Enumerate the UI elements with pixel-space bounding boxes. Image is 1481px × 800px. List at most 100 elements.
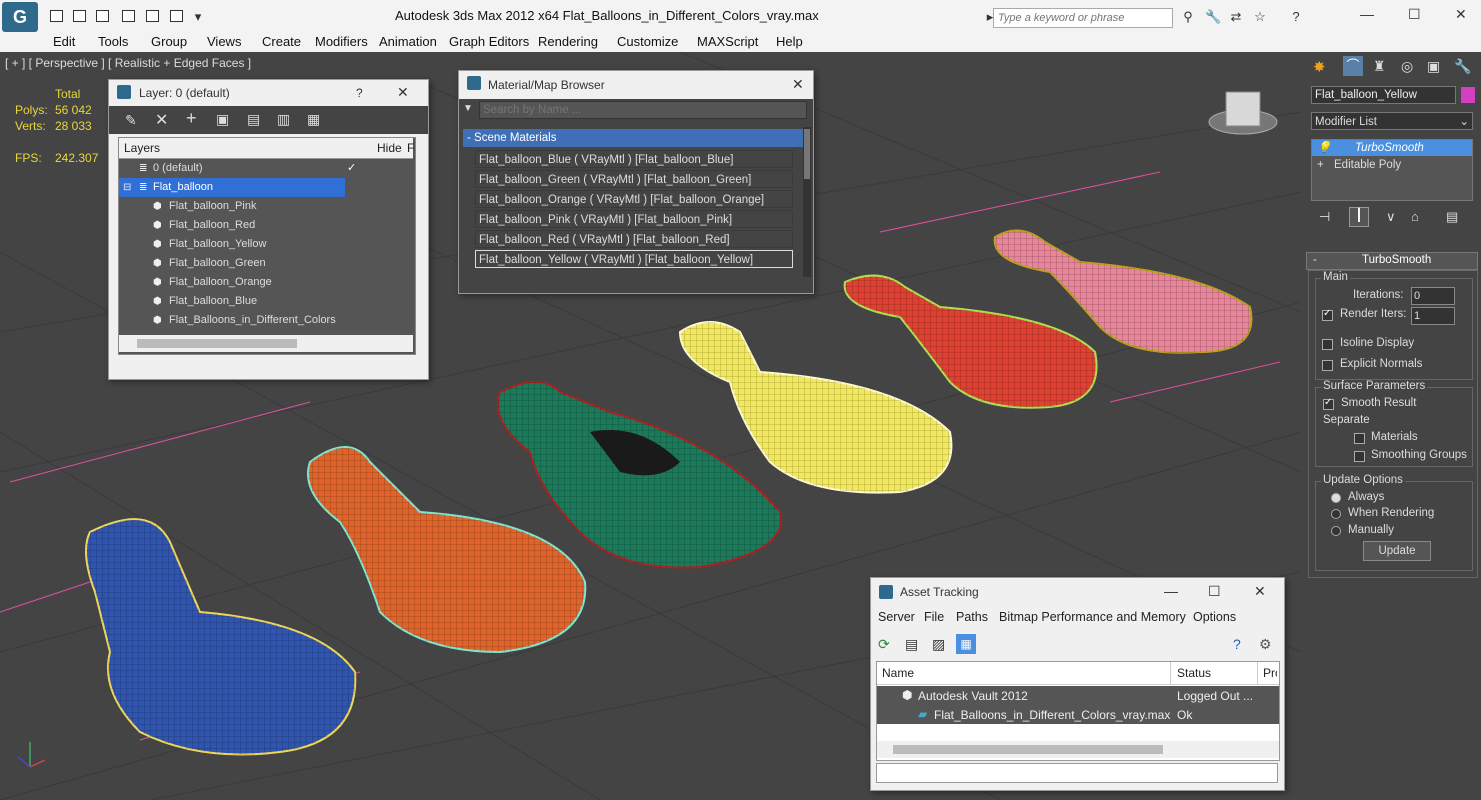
maximize-button[interactable]: ☐	[1208, 583, 1221, 600]
manually-radio[interactable]	[1331, 526, 1341, 536]
lightbulb-icon[interactable]: 💡	[1317, 140, 1331, 156]
menu-customize[interactable]: Customize	[617, 34, 678, 49]
when-rendering-radio[interactable]	[1331, 509, 1341, 519]
object-row[interactable]: ⬢ Flat_balloon_Pink	[119, 197, 413, 216]
column-layers[interactable]: Layers	[124, 141, 160, 155]
app-logo-icon[interactable]: G	[2, 2, 38, 32]
column-status[interactable]: Status	[1177, 666, 1211, 680]
close-button[interactable]: ✕	[397, 84, 409, 101]
settings-icon[interactable]	[170, 10, 183, 22]
update-button[interactable]: Update	[1363, 541, 1431, 561]
tools-icon[interactable]: 🔧	[1205, 10, 1221, 24]
pin-stack-icon[interactable]: ⊣	[1319, 209, 1330, 225]
menu-options[interactable]: Options	[1193, 610, 1236, 624]
stack-item-turbosmooth[interactable]: 💡 TurboSmooth	[1312, 140, 1472, 156]
collapse-icon[interactable]: ⊟	[123, 178, 131, 197]
close-button[interactable]: ✕	[1254, 583, 1266, 600]
object-row[interactable]: ⬢ Flat_Balloons_in_Different_Colors	[119, 311, 413, 330]
modify-tab-icon[interactable]: ⌒	[1343, 56, 1363, 76]
column-hide[interactable]: Hide	[377, 141, 402, 155]
close-button[interactable]: ✕	[792, 76, 804, 93]
help-button[interactable]: ?	[356, 86, 363, 100]
show-end-result-icon[interactable]: ┃	[1349, 207, 1369, 227]
open-icon[interactable]	[73, 10, 86, 22]
material-item[interactable]: Flat_balloon_Green ( VRayMtl ) [Flat_bal…	[475, 170, 793, 188]
expand-icon[interactable]: +	[1317, 157, 1324, 173]
menu-animation[interactable]: Animation	[379, 34, 437, 49]
menu-maxscript[interactable]: MAXScript	[697, 34, 758, 49]
create-tab-icon[interactable]: ✸	[1313, 58, 1326, 76]
object-row[interactable]: ⬢ Flat_balloon_Red	[119, 216, 413, 235]
iterations-spinner[interactable]	[1411, 287, 1455, 305]
smooth-result-checkbox[interactable]	[1323, 397, 1334, 410]
new-icon[interactable]	[50, 10, 63, 22]
viewport-label[interactable]: [ + ] [ Perspective ] [ Realistic + Edge…	[5, 56, 251, 70]
menu-group[interactable]: Group	[151, 34, 187, 49]
material-item[interactable]: Flat_balloon_Pink ( VRayMtl ) [Flat_ball…	[475, 210, 793, 228]
viewcube[interactable]	[1208, 91, 1278, 135]
hide-all-icon[interactable]: ▥	[277, 111, 290, 128]
explicit-normals-checkbox-wrap[interactable]	[1322, 360, 1333, 371]
materials-checkbox[interactable]	[1354, 433, 1365, 444]
menu-bitmap-performance[interactable]: Bitmap Performance and Memory	[999, 610, 1186, 624]
select-highlight-icon[interactable]: ▣	[216, 111, 229, 128]
object-row[interactable]: ⬢ Flat_balloon_Blue	[119, 292, 413, 311]
asset-row[interactable]: ⬢ Autodesk Vault 2012 Logged Out ...	[877, 686, 1279, 705]
materials-checkbox-wrap[interactable]	[1354, 433, 1365, 444]
exchange-icon[interactable]: ⇄	[1228, 10, 1244, 24]
modifier-list-dropdown[interactable]: Modifier List ⌄	[1311, 112, 1473, 130]
remove-modifier-icon[interactable]: ⌂	[1411, 209, 1419, 224]
column-freeze[interactable]: F	[407, 141, 414, 155]
search-input[interactable]	[993, 8, 1173, 28]
close-button[interactable]: ✕	[1455, 6, 1467, 23]
menu-file[interactable]: File	[924, 610, 944, 624]
column-name[interactable]: Name	[882, 666, 914, 680]
object-row[interactable]: ⬢ Flat_balloon_Green	[119, 254, 413, 273]
menu-edit[interactable]: Edit	[53, 34, 75, 49]
scrollbar-thumb[interactable]	[137, 339, 297, 348]
hierarchy-tab-icon[interactable]: ♜	[1373, 58, 1386, 75]
menu-paths[interactable]: Paths	[956, 610, 988, 624]
minimize-button[interactable]: —	[1164, 583, 1178, 599]
horizontal-scrollbar[interactable]	[877, 741, 1279, 758]
object-name-input[interactable]	[1311, 86, 1456, 104]
smoothing-groups-checkbox[interactable]	[1354, 451, 1365, 462]
display-tab-icon[interactable]: ▣	[1427, 58, 1440, 75]
turbosmooth-rollout-header[interactable]: - TurboSmooth	[1306, 252, 1478, 270]
highlight-selected-icon[interactable]: ▤	[247, 111, 260, 128]
options-icon[interactable]: ▼	[463, 103, 473, 114]
render-iters-checkbox[interactable]	[1322, 308, 1333, 321]
help-icon[interactable]: ?	[1288, 10, 1304, 24]
thumbnail-icon[interactable]: ▨	[932, 636, 945, 653]
material-item[interactable]: Flat_balloon_Red ( VRayMtl ) [Flat_ballo…	[475, 230, 793, 248]
menu-tools[interactable]: Tools	[98, 34, 128, 49]
save-icon[interactable]	[96, 10, 109, 22]
scrollbar-thumb[interactable]	[804, 129, 810, 179]
settings-icon[interactable]: ⚙	[1259, 636, 1272, 653]
material-item[interactable]: Flat_balloon_Blue ( VRayMtl ) [Flat_ball…	[475, 150, 793, 168]
menu-rendering[interactable]: Rendering	[538, 34, 598, 49]
utilities-tab-icon[interactable]: 🔧	[1454, 58, 1471, 75]
make-unique-icon[interactable]: ∨	[1386, 209, 1396, 225]
always-radio[interactable]	[1331, 493, 1341, 503]
list-icon[interactable]: ▤	[905, 636, 918, 653]
refresh-icon[interactable]: ⟳	[878, 636, 890, 653]
material-item[interactable]: Flat_balloon_Orange ( VRayMtl ) [Flat_ba…	[475, 190, 793, 208]
layer-row-selected[interactable]: ⊟ ≣ Flat_balloon	[119, 178, 345, 197]
object-row[interactable]: ⬢ Flat_balloon_Orange	[119, 273, 413, 292]
new-layer-icon[interactable]: ✎	[125, 112, 137, 129]
delete-layer-icon[interactable]: ✕	[155, 110, 168, 130]
isoline-checkbox[interactable]	[1322, 339, 1333, 350]
asset-path-field[interactable]	[876, 763, 1278, 783]
undo-icon[interactable]	[122, 10, 135, 22]
freeze-all-icon[interactable]: ▦	[307, 111, 320, 128]
render-iters-spinner[interactable]	[1411, 307, 1455, 325]
redo-icon[interactable]	[146, 10, 159, 22]
object-row[interactable]: ⬢ Flat_balloon_Yellow	[119, 235, 413, 254]
menu-create[interactable]: Create	[262, 34, 301, 49]
add-selection-icon[interactable]: +	[186, 108, 197, 129]
star-icon[interactable]: ☆	[1252, 10, 1268, 24]
render-iters-checkbox-wrap[interactable]	[1322, 308, 1333, 321]
configure-sets-icon[interactable]: ▤	[1446, 209, 1458, 225]
minimize-button[interactable]: —	[1360, 6, 1374, 22]
